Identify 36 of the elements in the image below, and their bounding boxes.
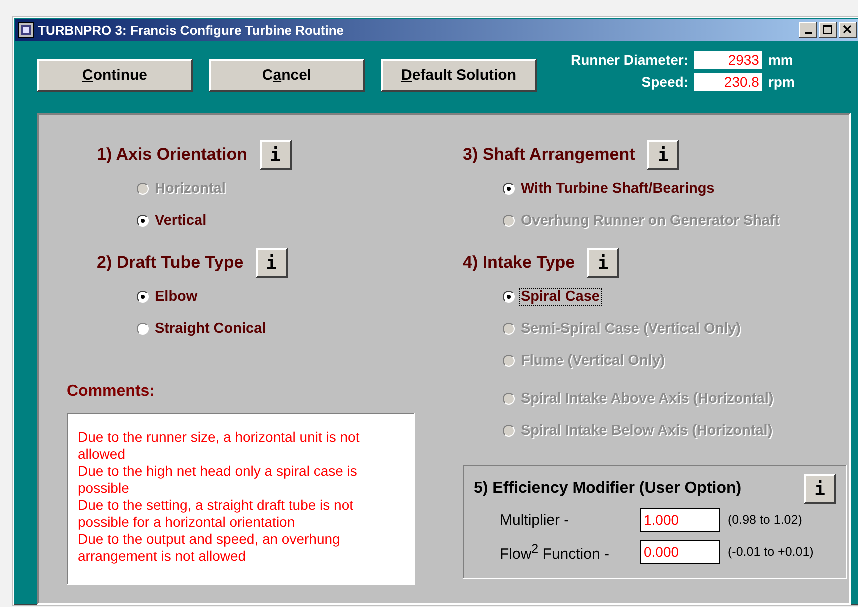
- option-label[interactable]: Vertical: [153, 212, 209, 230]
- comment-text: Due to the output and speed, an overhung arrangement is not allowed: [78, 531, 342, 565]
- unit-label: rpm: [768, 74, 794, 90]
- section-heading: 2) Draft Tube Type: [97, 253, 244, 273]
- input-field[interactable]: 1.000: [640, 508, 720, 532]
- readout-label: Speed:: [642, 74, 688, 90]
- option-label[interactable]: Spiral Case: [519, 288, 602, 306]
- comment-text: Due to the high net head only a spiral case is possible: [78, 463, 358, 497]
- unit-label: mm: [768, 52, 794, 68]
- section-heading: 4) Intake Type: [463, 253, 576, 273]
- dialog-button[interactable]: Default Solution: [381, 59, 537, 92]
- option-label[interactable]: Straight Conical: [153, 320, 268, 338]
- option-label[interactable]: With Turbine Shaft/Bearings: [519, 180, 717, 198]
- info-button[interactable]: i: [260, 140, 292, 170]
- dialog-button[interactable]: Continue: [37, 59, 193, 92]
- range-hint: (-0.01 to +0.01): [728, 545, 814, 559]
- field-label: Multiplier -: [500, 512, 570, 528]
- comment-text: Due to the setting, a straight draft tube is not possible for a horizontal orientation: [78, 497, 354, 531]
- info-button[interactable]: i: [647, 140, 680, 170]
- window-title: TURBNPRO 3: Francis Configure Turbine Routine: [38, 22, 345, 38]
- option-label[interactable]: Elbow: [153, 288, 200, 306]
- range-hint: (0.98 to 1.02): [728, 513, 802, 527]
- input-field[interactable]: 0.000: [640, 540, 720, 564]
- comment-text: Due to the runner size, a horizontal unit is not allowed: [78, 429, 361, 463]
- field-label: Flow$^{2}$ Function -: [500, 542, 610, 562]
- dialog-button[interactable]: Cancel: [209, 59, 365, 92]
- info-button[interactable]: i: [587, 248, 620, 278]
- info-button[interactable]: i: [256, 248, 288, 278]
- comments-heading: Comments:: [67, 383, 156, 401]
- section-heading: 1) Axis Orientation: [97, 145, 248, 165]
- readout-value: 2933: [694, 51, 762, 69]
- section-heading: 5) Efficiency Modifier (User Option): [474, 480, 742, 498]
- info-button[interactable]: i: [804, 474, 836, 504]
- section-heading: 3) Shaft Arrangement: [463, 145, 636, 165]
- readout-label: Runner Diameter:: [571, 52, 688, 68]
- readout-value: 230.8: [694, 73, 762, 91]
